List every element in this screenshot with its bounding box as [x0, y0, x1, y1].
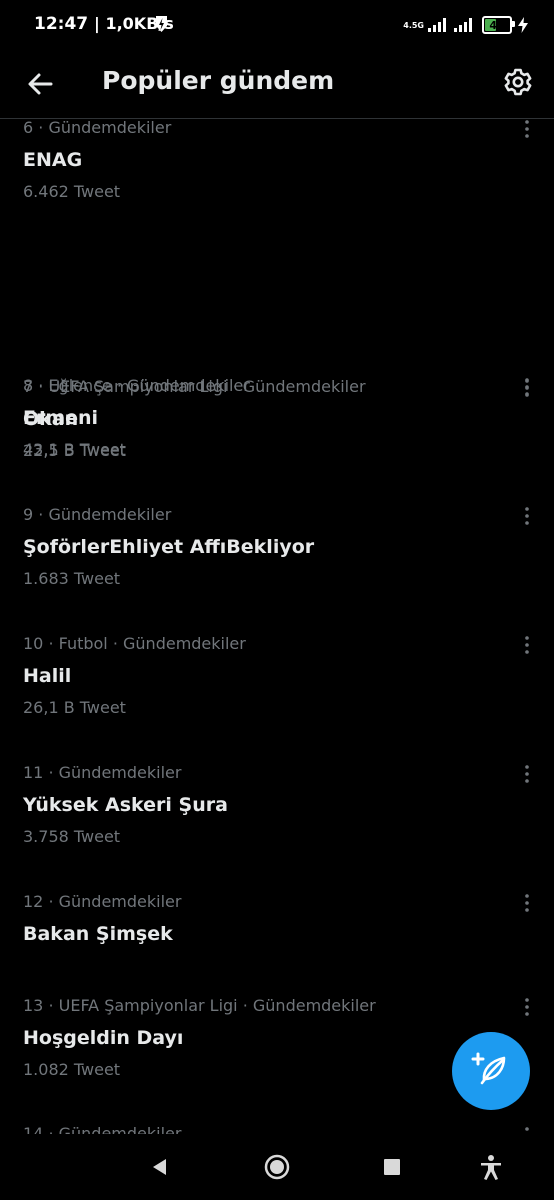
signal-icon-2	[454, 18, 472, 32]
battery-icon: 42	[482, 16, 515, 34]
trend-count: 1.082 Tweet	[23, 1060, 121, 1079]
vertical-dots-icon[interactable]	[520, 377, 534, 397]
trend-item[interactable]: 9 · Gündemdekiler ŞoförlerEhliyet AffıBe…	[0, 505, 554, 615]
square-recents-icon[interactable]	[377, 1152, 407, 1182]
vertical-dots-icon[interactable]	[520, 997, 534, 1017]
network-type: 4.5G	[403, 20, 424, 30]
trend-count: 1.683 Tweet	[23, 569, 121, 588]
trend-name: Halil	[23, 665, 72, 687]
vertical-dots-icon[interactable]	[520, 893, 534, 913]
trend-item[interactable]: 12 · Gündemdekiler Bakan Şimşek	[0, 892, 554, 982]
battery-percent: 42	[489, 18, 505, 32]
trend-item[interactable]: 8 · Eğlence · Gündemdekiler Ermeni 43,1 …	[0, 376, 554, 486]
trend-count: 43,1 B Tweet	[23, 440, 126, 459]
trend-meta: 10 · Futbol · Gündemdekiler	[23, 634, 246, 653]
gear-icon[interactable]	[500, 64, 536, 100]
trend-list: 6 · Gündemdekiler ENAG 6.462 Tweet 7 · U…	[0, 118, 554, 460]
arrow-left-icon[interactable]	[22, 66, 58, 102]
status-icons: 4.5G 42	[403, 14, 528, 36]
charging-icon	[518, 17, 528, 33]
trend-meta: 6 · Gündemdekiler	[23, 118, 172, 137]
compose-tweet-button[interactable]	[452, 1032, 530, 1110]
system-nav-bar	[0, 1134, 554, 1200]
top-app-bar: Popüler gündem	[0, 52, 554, 119]
vertical-dots-icon[interactable]	[520, 119, 534, 139]
trend-name: Bakan Şimşek	[23, 923, 173, 945]
trend-meta: 12 · Gündemdekiler	[23, 892, 182, 911]
circle-home-icon[interactable]	[262, 1152, 292, 1182]
status-bar: 12:47 | 1,0KB/s 4.5G 42	[0, 0, 554, 52]
trend-item[interactable]: 6 · Gündemdekiler ENAG 6.462 Tweet	[0, 118, 554, 249]
trend-count: 6.462 Tweet	[23, 182, 121, 201]
trend-meta: 9 · Gündemdekiler	[23, 505, 172, 524]
vertical-dots-icon[interactable]	[520, 764, 534, 784]
trend-count: 3.758 Tweet	[23, 827, 121, 846]
trend-name: Yüksek Askeri Şura	[23, 794, 228, 816]
status-time: 12:47 | 1,0KB/s	[34, 14, 174, 34]
vertical-dots-icon[interactable]	[520, 506, 534, 526]
data-saver-icon	[156, 16, 167, 32]
trend-name: Hoşgeldin Dayı	[23, 1027, 184, 1049]
trend-item[interactable]: 11 · Gündemdekiler Yüksek Askeri Şura 3.…	[0, 763, 554, 873]
trend-name: Ermeni	[23, 407, 99, 429]
trend-name: ŞoförlerEhliyet AffıBekliyor	[23, 536, 315, 558]
page-title: Popüler gündem	[102, 66, 335, 95]
signal-icon	[428, 18, 446, 32]
accessibility-icon[interactable]	[476, 1152, 506, 1182]
trend-meta: 13 · UEFA Şampiyonlar Ligi · Gündemdekil…	[23, 996, 376, 1015]
clock: 12:47	[34, 14, 89, 34]
triangle-back-icon[interactable]	[145, 1152, 175, 1182]
trend-name: ENAG	[23, 149, 83, 171]
vertical-dots-icon[interactable]	[520, 635, 534, 655]
trend-item[interactable]: 7 · UEFA Şampiyonlar Ligi · Gündemdekile…	[0, 249, 554, 460]
feather-plus-icon	[471, 1052, 506, 1085]
trend-count: 26,1 B Tweet	[23, 698, 126, 717]
trend-meta: 8 · Eğlence · Gündemdekiler	[23, 376, 250, 395]
trend-item[interactable]: 10 · Futbol · Gündemdekiler Halil 26,1 B…	[0, 634, 554, 744]
trend-meta: 11 · Gündemdekiler	[23, 763, 182, 782]
